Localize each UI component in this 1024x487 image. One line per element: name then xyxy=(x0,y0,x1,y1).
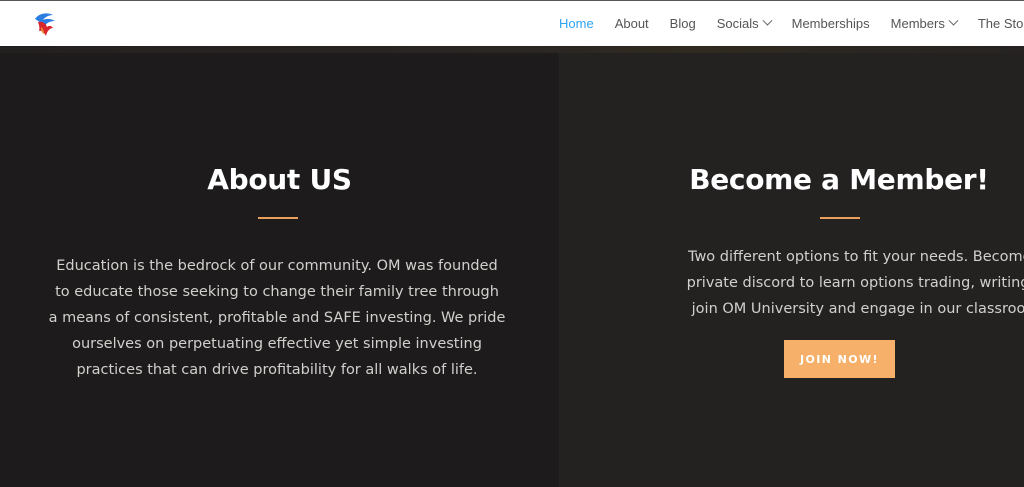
about-text: Education is the bedrock of our communit… xyxy=(40,254,514,384)
site-header: Home About Blog Socials Memberships Memb… xyxy=(0,0,1024,46)
membership-text-line: Two different options to fit your needs.… xyxy=(687,249,1024,265)
nav-item-label: The Store xyxy=(977,16,1024,31)
nav-item-label: Blog xyxy=(669,16,696,31)
om-flame-logo-icon[interactable] xyxy=(29,9,59,39)
about-text-line: ourselves on perpetuating effective yet … xyxy=(72,335,482,352)
nav-item-label: Memberships xyxy=(791,16,870,31)
membership-text: Two different options to fit your needs.… xyxy=(613,245,1024,323)
membership-divider xyxy=(820,217,860,219)
about-section: About US Education is the bedrock of our… xyxy=(0,53,559,487)
nav-item-memberships[interactable]: Memberships xyxy=(792,16,870,31)
about-text-line: to educate those seeking to change their… xyxy=(55,283,499,300)
nav-item-label: Members xyxy=(890,16,945,31)
nav-item-home[interactable]: Home xyxy=(559,16,594,31)
membership-title: Become a Member! xyxy=(689,163,989,196)
nav-item-label: About xyxy=(614,16,649,31)
membership-section: Become a Member! Two different options t… xyxy=(559,53,1024,487)
about-text-line: Education is the bedrock of our communit… xyxy=(56,258,498,274)
about-text-line: practices that can drive profitability f… xyxy=(76,361,478,378)
chevron-down-icon xyxy=(762,15,773,26)
membership-text-line: private discord to learn options trading… xyxy=(686,274,1024,291)
nav-item-blog[interactable]: Blog xyxy=(670,16,696,31)
nav-item-the-store[interactable]: The Store xyxy=(978,16,1024,31)
main-nav: Home About Blog Socials Memberships Memb… xyxy=(559,1,1024,46)
membership-text-line: join OM University and engage in our cla… xyxy=(691,300,1024,317)
chevron-down-icon xyxy=(948,15,959,26)
about-title: About US xyxy=(207,163,352,196)
about-text-line: a means of consistent, profitable and SA… xyxy=(48,309,506,326)
nav-item-about[interactable]: About xyxy=(615,16,649,31)
nav-item-socials[interactable]: Socials xyxy=(716,15,773,31)
join-now-button[interactable]: JOIN NOW! xyxy=(784,340,895,378)
nav-item-label: Home xyxy=(559,16,594,31)
nav-item-members[interactable]: Members xyxy=(890,15,959,31)
about-divider xyxy=(258,217,298,219)
hero-image-strip xyxy=(0,46,1024,53)
nav-item-label: Socials xyxy=(716,16,759,31)
